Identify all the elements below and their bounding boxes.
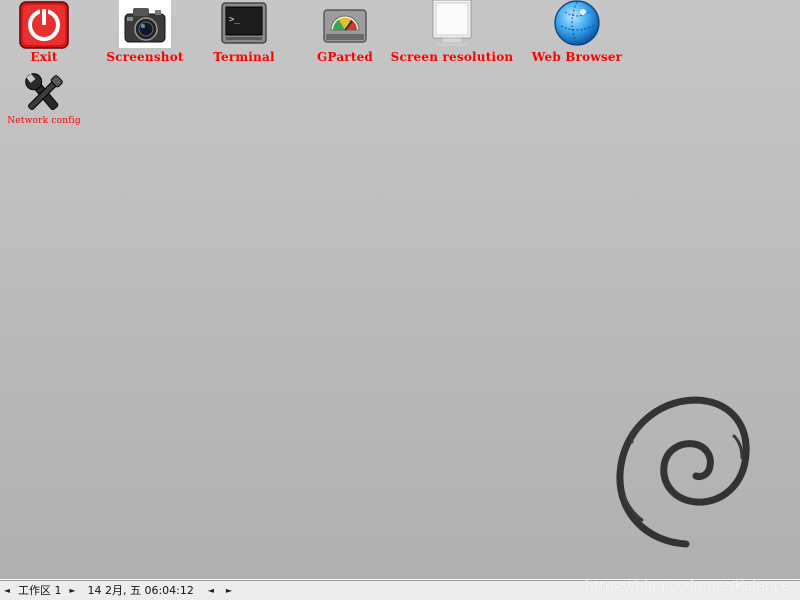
prev-workspace-button[interactable]: ◄ [0,586,14,595]
desktop-icon-screen-resolution[interactable]: Screen resolution [387,0,517,64]
camera-icon [119,0,171,52]
taskbar: ◄ 工作区 1 ► 14 2月, 五 06:04:12 ◄ ► [0,579,800,600]
next-window-button[interactable]: ► [222,586,236,595]
monitor-icon [426,0,478,52]
disk-gauge-icon [319,0,371,52]
svg-text:>_: >_ [229,15,240,25]
terminal-icon: >_ [218,0,270,52]
globe-icon [551,0,603,52]
clock: 14 2月, 五 06:04:12 [87,584,194,597]
workspace-name: 工作区 1 [18,584,62,597]
prev-window-button[interactable]: ◄ [204,586,218,595]
desktop-icon-label: Web Browser [531,50,623,64]
next-workspace-button[interactable]: ► [66,586,80,595]
desktop-icon-network-config[interactable]: Network config [0,70,109,128]
tools-icon [18,70,70,122]
debian-swirl-icon [612,392,752,552]
desktop-icon-web-browser[interactable]: Web Browser [512,0,642,64]
desktop-icon-label: Screen resolution [390,50,514,64]
power-icon [18,0,70,52]
